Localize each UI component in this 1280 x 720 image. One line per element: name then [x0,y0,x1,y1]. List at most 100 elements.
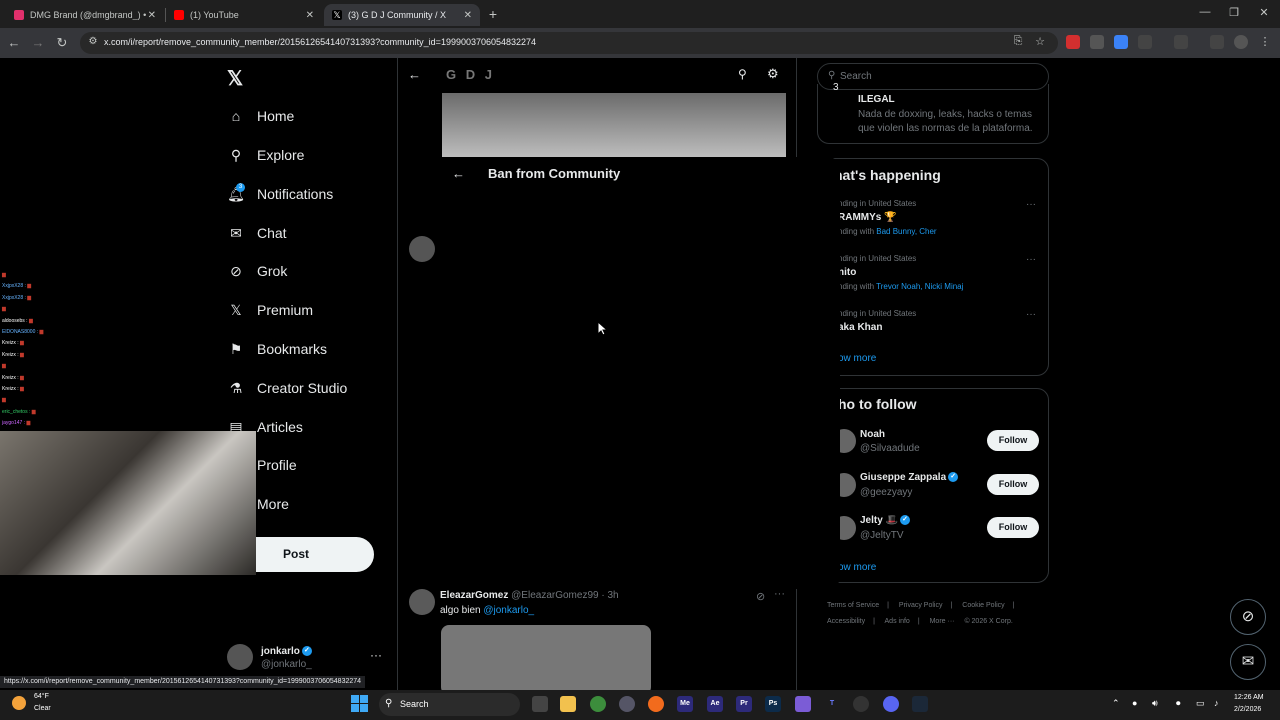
bookmark-icon: ⚑ [229,340,243,357]
app-icon[interactable] [619,696,635,712]
search-icon[interactable]: ⚲ [738,67,747,81]
steam-icon[interactable] [912,696,928,712]
community-title: G D J [446,67,495,82]
follow-button[interactable]: Follow [987,430,1039,451]
premiere-icon[interactable]: Pr [736,696,752,712]
app-icon[interactable] [795,696,811,712]
avatar[interactable] [409,236,435,262]
url-text[interactable]: x.com/i/report/remove_community_member/2… [104,32,536,52]
sidebar-item-label: Premium [257,302,314,318]
footer-link[interactable]: Terms of Service [827,602,879,609]
emote-icon: ▆ [2,397,6,404]
grok-icon[interactable]: ⊘ [756,590,765,603]
install-app-icon[interactable]: ⎘ [1010,35,1026,48]
after-effects-icon[interactable]: Ae [707,696,723,712]
post-media[interactable] [442,93,786,157]
windows-start-icon[interactable] [351,695,369,713]
reload-icon[interactable]: ↻ [54,35,70,51]
follow-button[interactable]: Follow [987,474,1039,495]
chevron-up-icon[interactable]: ⌃ [1112,698,1120,709]
taskbar-search[interactable]: ⚲ Search [379,693,520,716]
x-logo-icon: 𝕏 [332,10,342,20]
tab-instagram[interactable]: DMG Brand (@dmgbrand_) • In ✕ [6,4,164,26]
chat-message: XxjpxX28 : ▆ [2,294,32,301]
download-icon[interactable] [1210,35,1224,49]
close-window-button[interactable]: ✕ [1254,6,1274,19]
search-icon: ⚲ [385,698,393,709]
sidebar-panel-icon[interactable] [1174,35,1188,49]
avatar[interactable] [409,589,435,615]
sidebar-item-creator-studio[interactable]: ⚗ Creator Studio [227,376,348,400]
speaker-icon[interactable]: 🔊︎ [1152,698,1158,709]
back-arrow-icon[interactable]: ← [6,35,22,50]
footer-link[interactable]: More ··· [930,618,955,625]
discord-icon[interactable] [883,696,899,712]
tab-youtube[interactable]: (1) YouTube ✕ [166,4,322,26]
more-dots-icon[interactable]: ··· [1026,309,1036,320]
new-tab-button[interactable]: + [485,6,501,22]
account-switcher[interactable]: jonkarlo ✓ @jonkarlo_ ··· [227,644,387,674]
tweet-text: algo bien @jonkarlo_ [440,605,535,616]
tray-app-icon[interactable]: ● [1132,698,1137,708]
bookmark-star-icon[interactable]: ☆ [1032,35,1048,48]
obs-icon[interactable] [853,696,869,712]
sidebar-item-premium[interactable]: 𝕏 Premium [227,298,313,322]
monitor-icon[interactable]: ▭ [1196,698,1205,709]
chat-message: ▆ [2,304,82,315]
file-explorer-icon[interactable] [560,696,576,712]
grok-fab-icon[interactable]: ⊘ [1230,599,1266,635]
sidebar-item-bookmarks[interactable]: ⚑ Bookmarks [227,337,327,361]
footer-link[interactable]: Accessibility [827,618,865,625]
mention-link[interactable]: @jonkarlo_ [483,605,534,616]
menu-kebab-icon[interactable]: ⋮ [1258,35,1272,49]
close-tab-icon[interactable]: ✕ [306,10,314,21]
chat-message: Kreizx : ▆ [2,374,24,381]
footer-link[interactable]: Ads info [885,618,910,625]
instagram-icon [14,10,24,20]
close-tab-icon[interactable]: ✕ [148,10,156,21]
tab-x-community[interactable]: 𝕏 (3) G D J Community / X ✕ [324,4,480,26]
extension-icon[interactable] [1114,35,1128,49]
soundcloud-icon[interactable] [648,696,664,712]
adblock-extension-icon[interactable] [1066,35,1080,49]
app-icon[interactable]: T [824,696,840,712]
messages-fab-icon[interactable]: ✉ [1230,644,1266,680]
link-status-bar: https://x.com/i/report/remove_community_… [0,676,366,688]
more-dots-icon[interactable]: ··· [1026,254,1036,265]
emote-icon: ▆ [25,420,31,427]
more-dots-icon[interactable]: ··· [774,588,785,600]
profile-avatar-icon[interactable] [1234,35,1248,49]
close-tab-icon[interactable]: ✕ [464,10,472,21]
volume-icon[interactable]: ♪ [1214,698,1219,708]
chrome-icon[interactable] [590,696,606,712]
task-view-icon[interactable] [532,696,548,712]
sidebar-item-chat[interactable]: ✉ Chat [227,221,286,245]
sidebar-item-explore[interactable]: ⚲ Explore [227,143,305,167]
sidebar-item-home[interactable]: ⌂ Home [227,104,295,128]
site-info-icon[interactable]: ⚙ [85,36,101,47]
media-encoder-icon[interactable]: Me [677,696,693,712]
tab-title: DMG Brand (@dmgbrand_) • In [30,10,148,20]
footer-link[interactable]: Privacy Policy [899,602,943,609]
gear-icon[interactable]: ⚙ [767,66,779,82]
extensions-puzzle-icon[interactable] [1138,35,1152,49]
photoshop-icon[interactable]: Ps [765,696,781,712]
microphone-icon[interactable]: ⏺ [1176,698,1181,709]
minimize-button[interactable]: — [1195,6,1215,18]
more-dots-icon[interactable]: ··· [370,648,382,662]
emote-icon: ▆ [18,386,24,393]
forward-arrow-icon[interactable]: → [30,35,46,50]
back-arrow-icon[interactable]: ← [452,166,465,181]
x-logo-icon[interactable]: 𝕏 [227,66,243,91]
dialog-title: Ban from Community [488,166,621,181]
more-dots-icon[interactable]: ··· [1026,199,1036,210]
post-media[interactable] [441,625,651,690]
show-more-link[interactable]: ow more [838,562,876,573]
sidebar-item-grok[interactable]: ⊘ Grok [227,259,287,283]
follow-button[interactable]: Follow [987,517,1039,538]
footer-link[interactable]: Cookie Policy [962,602,1004,609]
maximize-button[interactable]: ❐ [1224,6,1244,19]
back-arrow-icon[interactable]: ← [408,67,421,82]
show-more-link[interactable]: ow more [838,353,876,364]
extension-icon[interactable] [1090,35,1104,49]
